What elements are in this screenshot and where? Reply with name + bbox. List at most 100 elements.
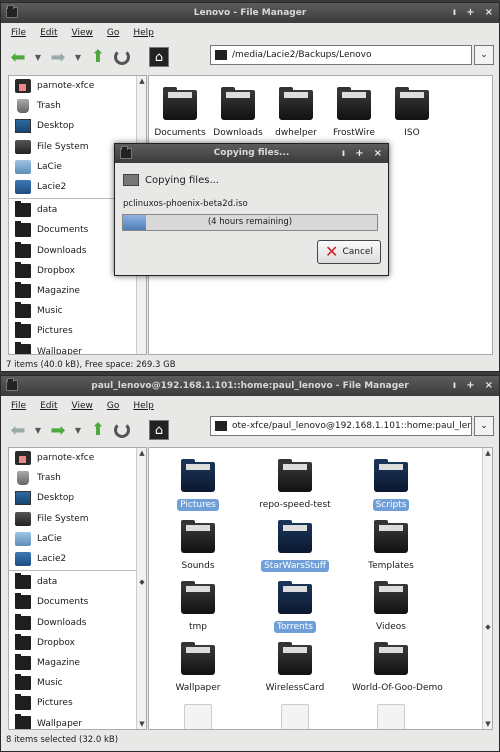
forward-arrow-icon[interactable]: ⬅ bbox=[49, 420, 67, 441]
back-arrow-icon[interactable]: ➡ bbox=[9, 420, 27, 441]
sidebar-item-trash[interactable]: Trash bbox=[9, 96, 146, 116]
reload-button[interactable] bbox=[113, 48, 131, 66]
sidebar-item-wallpaper[interactable]: Wallpaper bbox=[9, 341, 146, 354]
sidebar-item-pictures[interactable]: Pictures bbox=[9, 693, 146, 713]
scroll-handle-icon[interactable]: ◆ bbox=[483, 623, 492, 631]
file-item[interactable]: WirelessCard bbox=[253, 642, 337, 694]
chevron-down-icon[interactable]: ▼ bbox=[73, 421, 83, 439]
up-arrow-icon[interactable]: ⬆ bbox=[89, 420, 107, 440]
menu-edit[interactable]: Edit bbox=[40, 401, 57, 411]
sidebar-item-desktop[interactable]: Desktop bbox=[9, 116, 146, 136]
forward-arrow-icon[interactable]: ➡ bbox=[49, 47, 67, 68]
folder-icon bbox=[163, 87, 197, 120]
sidebar-item-documents[interactable]: Documents bbox=[9, 592, 146, 612]
sidebar-item-downloads[interactable]: Downloads bbox=[9, 613, 146, 633]
file-item[interactable]: tmp bbox=[156, 581, 240, 633]
sidebar-item-pictures[interactable]: Pictures bbox=[9, 321, 146, 341]
close-icon[interactable]: × bbox=[374, 144, 382, 163]
file-item[interactable]: World-Of-Goo-Demo bbox=[349, 642, 443, 694]
sidebar-item-trash[interactable]: Trash bbox=[9, 468, 146, 488]
menu-file[interactable]: File bbox=[11, 28, 26, 38]
menu-view[interactable]: View bbox=[72, 28, 93, 38]
maximize-icon[interactable]: + bbox=[355, 144, 363, 163]
top-window-titlebar[interactable]: Lenovo - File Manager ı + × bbox=[1, 3, 499, 23]
folder-icon bbox=[395, 87, 429, 120]
file-item[interactable] bbox=[156, 704, 240, 729]
document-icon bbox=[281, 704, 309, 729]
trash-icon bbox=[17, 99, 29, 114]
scroll-up-icon[interactable]: ▲ bbox=[137, 77, 146, 85]
scroll-down-icon[interactable]: ▼ bbox=[483, 720, 492, 728]
folder-icon bbox=[15, 261, 31, 278]
sidebar-item-label: Downloads bbox=[37, 617, 87, 628]
menu-go[interactable]: Go bbox=[107, 28, 119, 38]
maximize-icon[interactable]: + bbox=[466, 376, 474, 396]
folder-icon bbox=[181, 520, 215, 553]
bottom-menubar: File Edit View Go Help bbox=[1, 396, 499, 415]
top-statusbar: 7 items (40.0 kB), Free space: 269.3 GB bbox=[6, 360, 176, 370]
sidebar-scrollbar[interactable]: ▲ ◆ ▼ bbox=[136, 448, 146, 729]
sidebar-item-music[interactable]: Music bbox=[9, 673, 146, 693]
file-item[interactable]: Videos bbox=[349, 581, 433, 633]
file-item[interactable]: Scripts bbox=[349, 459, 433, 511]
sidebar-item-music[interactable]: Music bbox=[9, 301, 146, 321]
file-item[interactable]: StarWarsStuff bbox=[253, 520, 337, 572]
scroll-down-icon[interactable]: ▼ bbox=[137, 720, 146, 728]
scroll-handle-icon[interactable]: ◆ bbox=[137, 578, 146, 586]
home-icon[interactable]: ⌂ bbox=[149, 47, 169, 67]
scroll-up-icon[interactable]: ▲ bbox=[483, 449, 492, 457]
sidebar-item-parnote-xfce[interactable]: parnote-xfce bbox=[9, 76, 146, 96]
chevron-down-icon[interactable]: ▼ bbox=[33, 421, 43, 439]
folder-icon bbox=[6, 378, 18, 391]
sidebar-item-wallpaper[interactable]: Wallpaper bbox=[9, 713, 146, 729]
menu-help[interactable]: Help bbox=[133, 401, 154, 411]
dialog-titlebar[interactable]: Copying files... ı + × bbox=[115, 144, 388, 163]
maximize-icon[interactable]: + bbox=[466, 3, 474, 23]
chevron-down-icon[interactable]: ▼ bbox=[33, 48, 43, 66]
minimize-icon[interactable]: ı bbox=[453, 376, 456, 396]
up-arrow-icon[interactable]: ⬆ bbox=[89, 47, 107, 67]
home-icon[interactable]: ⌂ bbox=[149, 420, 169, 440]
chevron-down-icon[interactable]: ▼ bbox=[73, 48, 83, 66]
top-path-input[interactable]: /media/Lacie2/Backups/Lenovo bbox=[210, 45, 472, 65]
back-arrow-icon[interactable]: ⬅ bbox=[9, 47, 27, 68]
minimize-icon[interactable]: ı bbox=[342, 144, 345, 163]
sidebar-item-magazine[interactable]: Magazine bbox=[9, 281, 146, 301]
sidebar-item-parnote-xfce[interactable]: parnote-xfce bbox=[9, 448, 146, 468]
file-item[interactable]: repo-speed-test bbox=[253, 459, 337, 511]
bottom-window-titlebar[interactable]: paul_lenovo@192.168.1.101::home:paul_len… bbox=[1, 376, 499, 396]
file-item[interactable] bbox=[349, 704, 433, 729]
file-item[interactable]: Templates bbox=[349, 520, 433, 572]
close-icon[interactable]: × bbox=[485, 3, 493, 23]
sidebar-item-file-system[interactable]: File System bbox=[9, 509, 146, 529]
file-item[interactable]: Torrents bbox=[253, 581, 337, 633]
file-item[interactable]: Pictures bbox=[156, 459, 240, 511]
bottom-path-input[interactable]: ote-xfce/paul_lenovo@192.168.1.101::home… bbox=[210, 416, 472, 436]
file-view-scrollbar[interactable]: ▲ ◆ ▼ bbox=[482, 448, 492, 729]
menu-go[interactable]: Go bbox=[107, 401, 119, 411]
file-item[interactable]: Sounds bbox=[156, 520, 240, 572]
path-history-dropdown[interactable]: ⌄ bbox=[474, 45, 494, 65]
file-item[interactable] bbox=[253, 704, 337, 729]
top-window-title: Lenovo - File Manager bbox=[193, 8, 307, 18]
sidebar-item-lacie2[interactable]: Lacie2 bbox=[9, 549, 146, 569]
cancel-button[interactable]: ✕ Cancel bbox=[317, 240, 381, 264]
minimize-icon[interactable]: ı bbox=[453, 3, 456, 23]
file-item[interactable]: ISO bbox=[370, 87, 454, 139]
folder-icon bbox=[15, 653, 31, 670]
close-icon[interactable]: × bbox=[485, 376, 493, 396]
path-history-dropdown[interactable]: ⌄ bbox=[474, 416, 494, 436]
reload-button[interactable] bbox=[113, 421, 131, 439]
file-item[interactable]: Wallpaper bbox=[156, 642, 240, 694]
sidebar-item-data[interactable]: data bbox=[9, 572, 146, 592]
sidebar-item-magazine[interactable]: Magazine bbox=[9, 653, 146, 673]
sidebar-item-desktop[interactable]: Desktop bbox=[9, 488, 146, 508]
menu-file[interactable]: File bbox=[11, 401, 26, 411]
sidebar-item-dropbox[interactable]: Dropbox bbox=[9, 633, 146, 653]
scroll-up-icon[interactable]: ▲ bbox=[137, 449, 146, 457]
menu-view[interactable]: View bbox=[72, 401, 93, 411]
path-text: /media/Lacie2/Backups/Lenovo bbox=[232, 50, 372, 60]
menu-edit[interactable]: Edit bbox=[40, 28, 57, 38]
menu-help[interactable]: Help bbox=[133, 28, 154, 38]
sidebar-item-lacie[interactable]: LaCie bbox=[9, 529, 146, 549]
